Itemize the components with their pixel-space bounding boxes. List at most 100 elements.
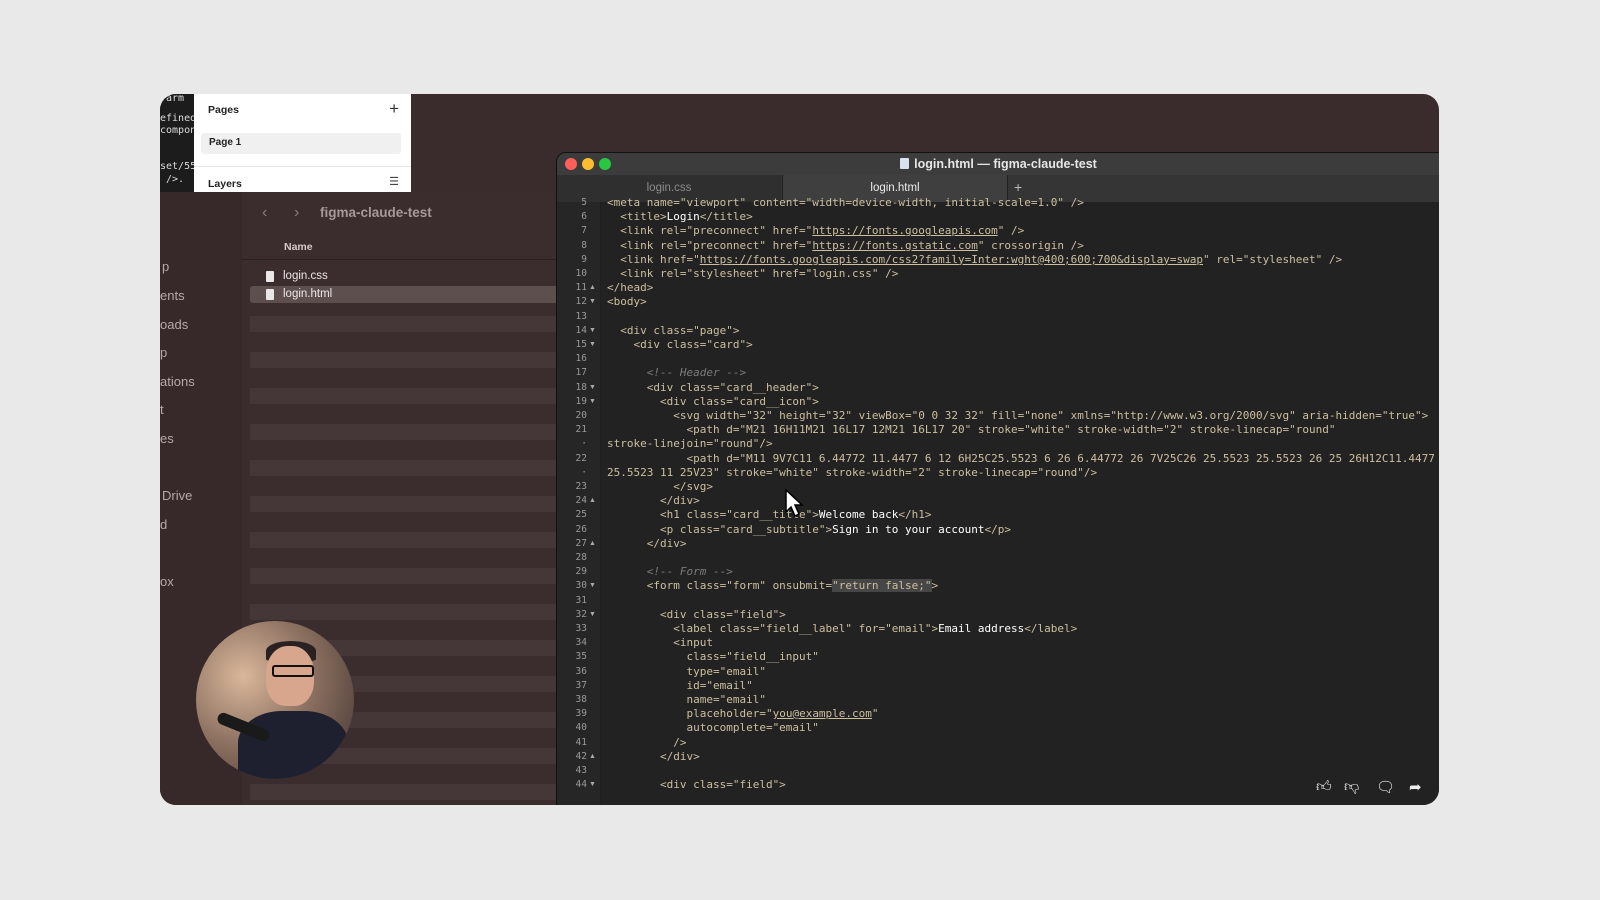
file-row-selected[interactable]: login.html bbox=[250, 286, 560, 303]
code-token: "return false;" bbox=[832, 579, 932, 593]
fold-collapse-icon[interactable]: ▲ bbox=[589, 753, 596, 760]
code-line: <form class="form" onsubmit="return fals… bbox=[607, 579, 938, 593]
page-item-page-1[interactable]: Page 1 bbox=[201, 133, 401, 154]
fold-expand-icon[interactable]: ▼ bbox=[589, 582, 596, 589]
webcam-overlay bbox=[196, 621, 354, 779]
code-token: https://fonts.gstatic.com bbox=[812, 238, 978, 252]
empty-row bbox=[250, 532, 560, 548]
pages-header: Pages bbox=[208, 104, 239, 116]
code-token: <p class="card__subtitle"> bbox=[607, 522, 833, 536]
comment-icon[interactable]: 🗨︎ bbox=[1376, 778, 1395, 796]
line-number: 8 bbox=[581, 239, 587, 251]
terminal-line: farm bbox=[160, 94, 185, 104]
back-icon[interactable]: ‹ bbox=[262, 204, 267, 222]
thumbs-down-icon[interactable]: 👎︎ bbox=[1344, 778, 1359, 796]
line-number: 39 bbox=[575, 708, 587, 720]
sidebar-item[interactable]: t bbox=[160, 402, 164, 417]
code-token: <title> bbox=[607, 210, 667, 224]
code-line: </svg> bbox=[607, 480, 713, 493]
fold-expand-icon[interactable]: ▼ bbox=[589, 341, 596, 348]
folder-title: figma-claude-test bbox=[320, 205, 432, 220]
code-line: stroke-linejoin="round"/> bbox=[607, 437, 773, 450]
share-icon[interactable]: ➦ bbox=[1409, 778, 1422, 796]
code-token: /> bbox=[607, 735, 687, 749]
column-header-name[interactable]: Name bbox=[242, 237, 560, 260]
line-number: 26 bbox=[575, 523, 587, 535]
fold-expand-icon[interactable]: ▼ bbox=[589, 384, 596, 391]
fold-expand-icon[interactable]: ▼ bbox=[589, 611, 596, 618]
line-number: 34 bbox=[575, 637, 587, 649]
sidebar-item[interactable]: d bbox=[160, 517, 167, 532]
code-token: <link rel="preconnect" href=" bbox=[607, 224, 813, 238]
code-line: <path d="M21 16H11M21 16L17 12M21 16L17 … bbox=[607, 423, 1335, 436]
code-line: autocomplete="email" bbox=[607, 721, 818, 734]
code-line: <!-- Form --> bbox=[607, 565, 733, 578]
code-line: <svg width="32" height="32" viewBox="0 0… bbox=[607, 409, 1428, 422]
code-token: Sign in to your account bbox=[832, 522, 985, 536]
code-token: placeholder=" bbox=[607, 707, 773, 721]
code-editor-window: login.html — figma-claude-test login.css… bbox=[556, 152, 1439, 805]
sidebar-item[interactable]: Drive bbox=[162, 488, 192, 503]
thumbs-up-icon[interactable]: 👍︎ bbox=[1316, 778, 1332, 796]
code-line: <div class="card__header"> bbox=[607, 381, 819, 394]
add-page-icon[interactable]: + bbox=[389, 99, 399, 119]
code-line: <title>Login</title> bbox=[607, 210, 752, 224]
file-row[interactable]: login.css bbox=[250, 268, 560, 285]
fold-expand-icon[interactable]: ▼ bbox=[589, 327, 596, 334]
code-token: </div> bbox=[607, 494, 700, 508]
code-line: type="email" bbox=[607, 665, 765, 678]
line-number: 10 bbox=[575, 268, 587, 279]
line-number: 12 bbox=[575, 296, 587, 308]
file-name: login.html bbox=[283, 288, 333, 300]
code-token: </div> bbox=[607, 536, 687, 550]
line-number: 30 bbox=[575, 580, 587, 592]
sidebar-item[interactable]: p bbox=[160, 345, 167, 360]
sidebar-item[interactable]: ations bbox=[160, 374, 195, 389]
line-number: 9 bbox=[581, 253, 587, 265]
sidebar-item[interactable]: ox bbox=[160, 574, 174, 589]
fold-expand-icon[interactable]: ▼ bbox=[589, 398, 596, 405]
line-number: · bbox=[581, 466, 587, 478]
document-icon bbox=[266, 289, 274, 300]
line-number: 25 bbox=[575, 509, 587, 521]
fold-collapse-icon[interactable]: ▲ bbox=[589, 540, 596, 547]
code-token: Login bbox=[666, 210, 700, 224]
code-token: <label class="field__label" for="email"> bbox=[607, 622, 939, 635]
line-number: 33 bbox=[575, 623, 587, 634]
document-icon bbox=[266, 271, 274, 282]
line-number: 40 bbox=[575, 722, 587, 734]
code-area[interactable]: <meta name="viewport" content="width=dev… bbox=[601, 196, 1439, 805]
sidebar-item[interactable]: ents bbox=[160, 288, 185, 303]
code-line: <div class="card__icon"> bbox=[607, 395, 819, 408]
code-line: <label class="field__label" for="email">… bbox=[607, 622, 1077, 635]
line-number: 43 bbox=[575, 765, 587, 776]
forward-icon[interactable]: › bbox=[294, 204, 299, 222]
sidebar-item[interactable]: p bbox=[162, 259, 169, 274]
line-number: 29 bbox=[575, 566, 587, 578]
figma-pages-panel: Pages + Page 1 Layers ☰ bbox=[194, 94, 411, 192]
code-token: <div class="field"> bbox=[607, 778, 786, 792]
code-line: class="field__input" bbox=[607, 650, 818, 663]
line-number: 38 bbox=[575, 694, 587, 705]
fold-collapse-icon[interactable]: ▲ bbox=[589, 284, 596, 291]
fold-expand-icon[interactable]: ▼ bbox=[589, 298, 596, 305]
sidebar-item[interactable]: es bbox=[160, 431, 174, 446]
code-token: <div class="field"> bbox=[607, 607, 786, 621]
code-line: <h1 class="card__title">Welcome back</h1… bbox=[607, 508, 932, 521]
code-token: <meta name="viewport" content="width=dev… bbox=[607, 196, 1084, 209]
code-token: <path d="M11 9V7C11 6.44772 11.4477 6 12… bbox=[607, 451, 1439, 465]
add-tab-button[interactable]: + bbox=[1014, 179, 1022, 195]
empty-row bbox=[250, 316, 560, 332]
code-line: /> bbox=[607, 736, 686, 749]
fold-collapse-icon[interactable]: ▲ bbox=[589, 497, 596, 504]
column-header-label: Name bbox=[284, 241, 313, 253]
fold-expand-icon[interactable]: ▼ bbox=[589, 781, 596, 788]
empty-row bbox=[250, 604, 560, 620]
terminal-line: set/55 bbox=[160, 161, 197, 172]
code-line: <link rel="preconnect" href="https://fon… bbox=[607, 224, 1024, 237]
line-number: 24 bbox=[575, 495, 587, 507]
sidebar-item[interactable]: oads bbox=[160, 317, 188, 332]
feedback-toolbar: 👍︎ 👎︎ 🗨︎ ➦ bbox=[1310, 766, 1439, 805]
layers-header: Layers bbox=[208, 178, 242, 190]
layers-list-icon[interactable]: ☰ bbox=[389, 175, 399, 188]
